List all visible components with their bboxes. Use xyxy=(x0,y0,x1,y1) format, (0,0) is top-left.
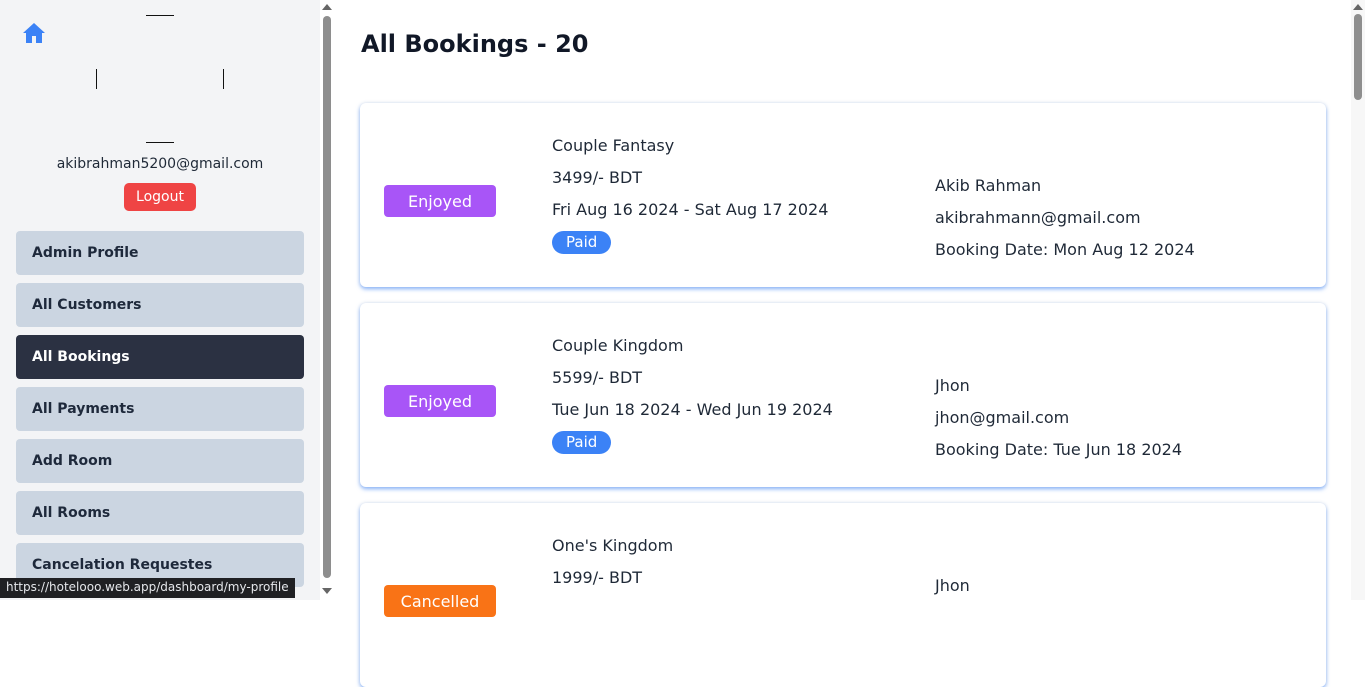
booking-status-badge: Enjoyed xyxy=(384,385,496,417)
scroll-up-arrow-icon[interactable] xyxy=(1353,4,1363,10)
customer-name: Jhon xyxy=(935,376,970,395)
payment-badge: Paid xyxy=(552,231,612,254)
sidebar-scrollbar-thumb[interactable] xyxy=(323,16,331,578)
customer-email: akibrahmann@gmail.com xyxy=(935,208,1141,227)
room-price: 3499/- BDT xyxy=(552,168,643,187)
booking-details: One's Kingdom 1999/- BDT xyxy=(552,535,673,599)
page-title: All Bookings - 20 xyxy=(361,30,589,58)
link-status-bar: https://hotelooo.web.app/dashboard/my-pr… xyxy=(0,578,295,598)
room-price: 1999/- BDT xyxy=(552,568,643,587)
room-name: Couple Kingdom xyxy=(552,336,684,355)
stay-dates: Tue Jun 18 2024 - Wed Jun 19 2024 xyxy=(552,400,833,419)
avatar xyxy=(96,15,224,143)
room-price: 5599/- BDT xyxy=(552,368,643,387)
booking-card: Cancelled One's Kingdom 1999/- BDT Jhon xyxy=(360,503,1326,687)
booking-status-badge: Enjoyed xyxy=(384,185,496,217)
stay-dates: Fri Aug 16 2024 - Sat Aug 17 2024 xyxy=(552,200,829,219)
sidebar-item-all-payments[interactable]: All Payments xyxy=(16,387,304,431)
logout-button[interactable]: Logout xyxy=(124,183,196,211)
customer-details: Akib Rahman akibrahmann@gmail.com Bookin… xyxy=(935,175,1195,271)
room-name: One's Kingdom xyxy=(552,536,674,555)
sidebar: akibrahman5200@gmail.com Logout Admin Pr… xyxy=(0,0,320,600)
sidebar-item-all-customers[interactable]: All Customers xyxy=(16,283,304,327)
home-icon[interactable] xyxy=(22,22,46,44)
booking-status-badge: Cancelled xyxy=(384,585,496,617)
payment-badge: Paid xyxy=(552,431,612,454)
main-content: All Bookings - 20 Enjoyed Couple Fantasy… xyxy=(334,0,1351,687)
sidebar-nav: Admin Profile All Customers All Bookings… xyxy=(16,231,304,595)
customer-email: jhon@gmail.com xyxy=(935,408,1070,427)
customer-details: Jhon jhon@gmail.com Booking Date: Tue Ju… xyxy=(935,375,1182,471)
page-scrollbar[interactable] xyxy=(1351,0,1365,600)
sidebar-item-all-bookings[interactable]: All Bookings xyxy=(16,335,304,379)
booking-date: Booking Date: Tue Jun 18 2024 xyxy=(935,440,1183,459)
customer-details: Jhon xyxy=(935,575,970,607)
sidebar-scrollbar[interactable] xyxy=(320,0,334,600)
booking-card: Enjoyed Couple Fantasy 3499/- BDT Fri Au… xyxy=(360,103,1326,287)
booking-card: Enjoyed Couple Kingdom 5599/- BDT Tue Ju… xyxy=(360,303,1326,487)
booking-details: Couple Kingdom 5599/- BDT Tue Jun 18 202… xyxy=(552,335,833,463)
room-name: Couple Fantasy xyxy=(552,136,675,155)
user-email: akibrahman5200@gmail.com xyxy=(56,156,264,172)
customer-name: Jhon xyxy=(935,576,970,595)
page-scrollbar-thumb[interactable] xyxy=(1354,14,1362,100)
booking-date: Booking Date: Mon Aug 12 2024 xyxy=(935,240,1195,259)
booking-details: Couple Fantasy 3499/- BDT Fri Aug 16 202… xyxy=(552,135,828,263)
scroll-up-arrow-icon[interactable] xyxy=(322,4,332,10)
sidebar-item-all-rooms[interactable]: All Rooms xyxy=(16,491,304,535)
customer-name: Akib Rahman xyxy=(935,176,1042,195)
sidebar-item-add-room[interactable]: Add Room xyxy=(16,439,304,483)
scroll-down-arrow-icon[interactable] xyxy=(322,588,332,594)
sidebar-item-admin-profile[interactable]: Admin Profile xyxy=(16,231,304,275)
